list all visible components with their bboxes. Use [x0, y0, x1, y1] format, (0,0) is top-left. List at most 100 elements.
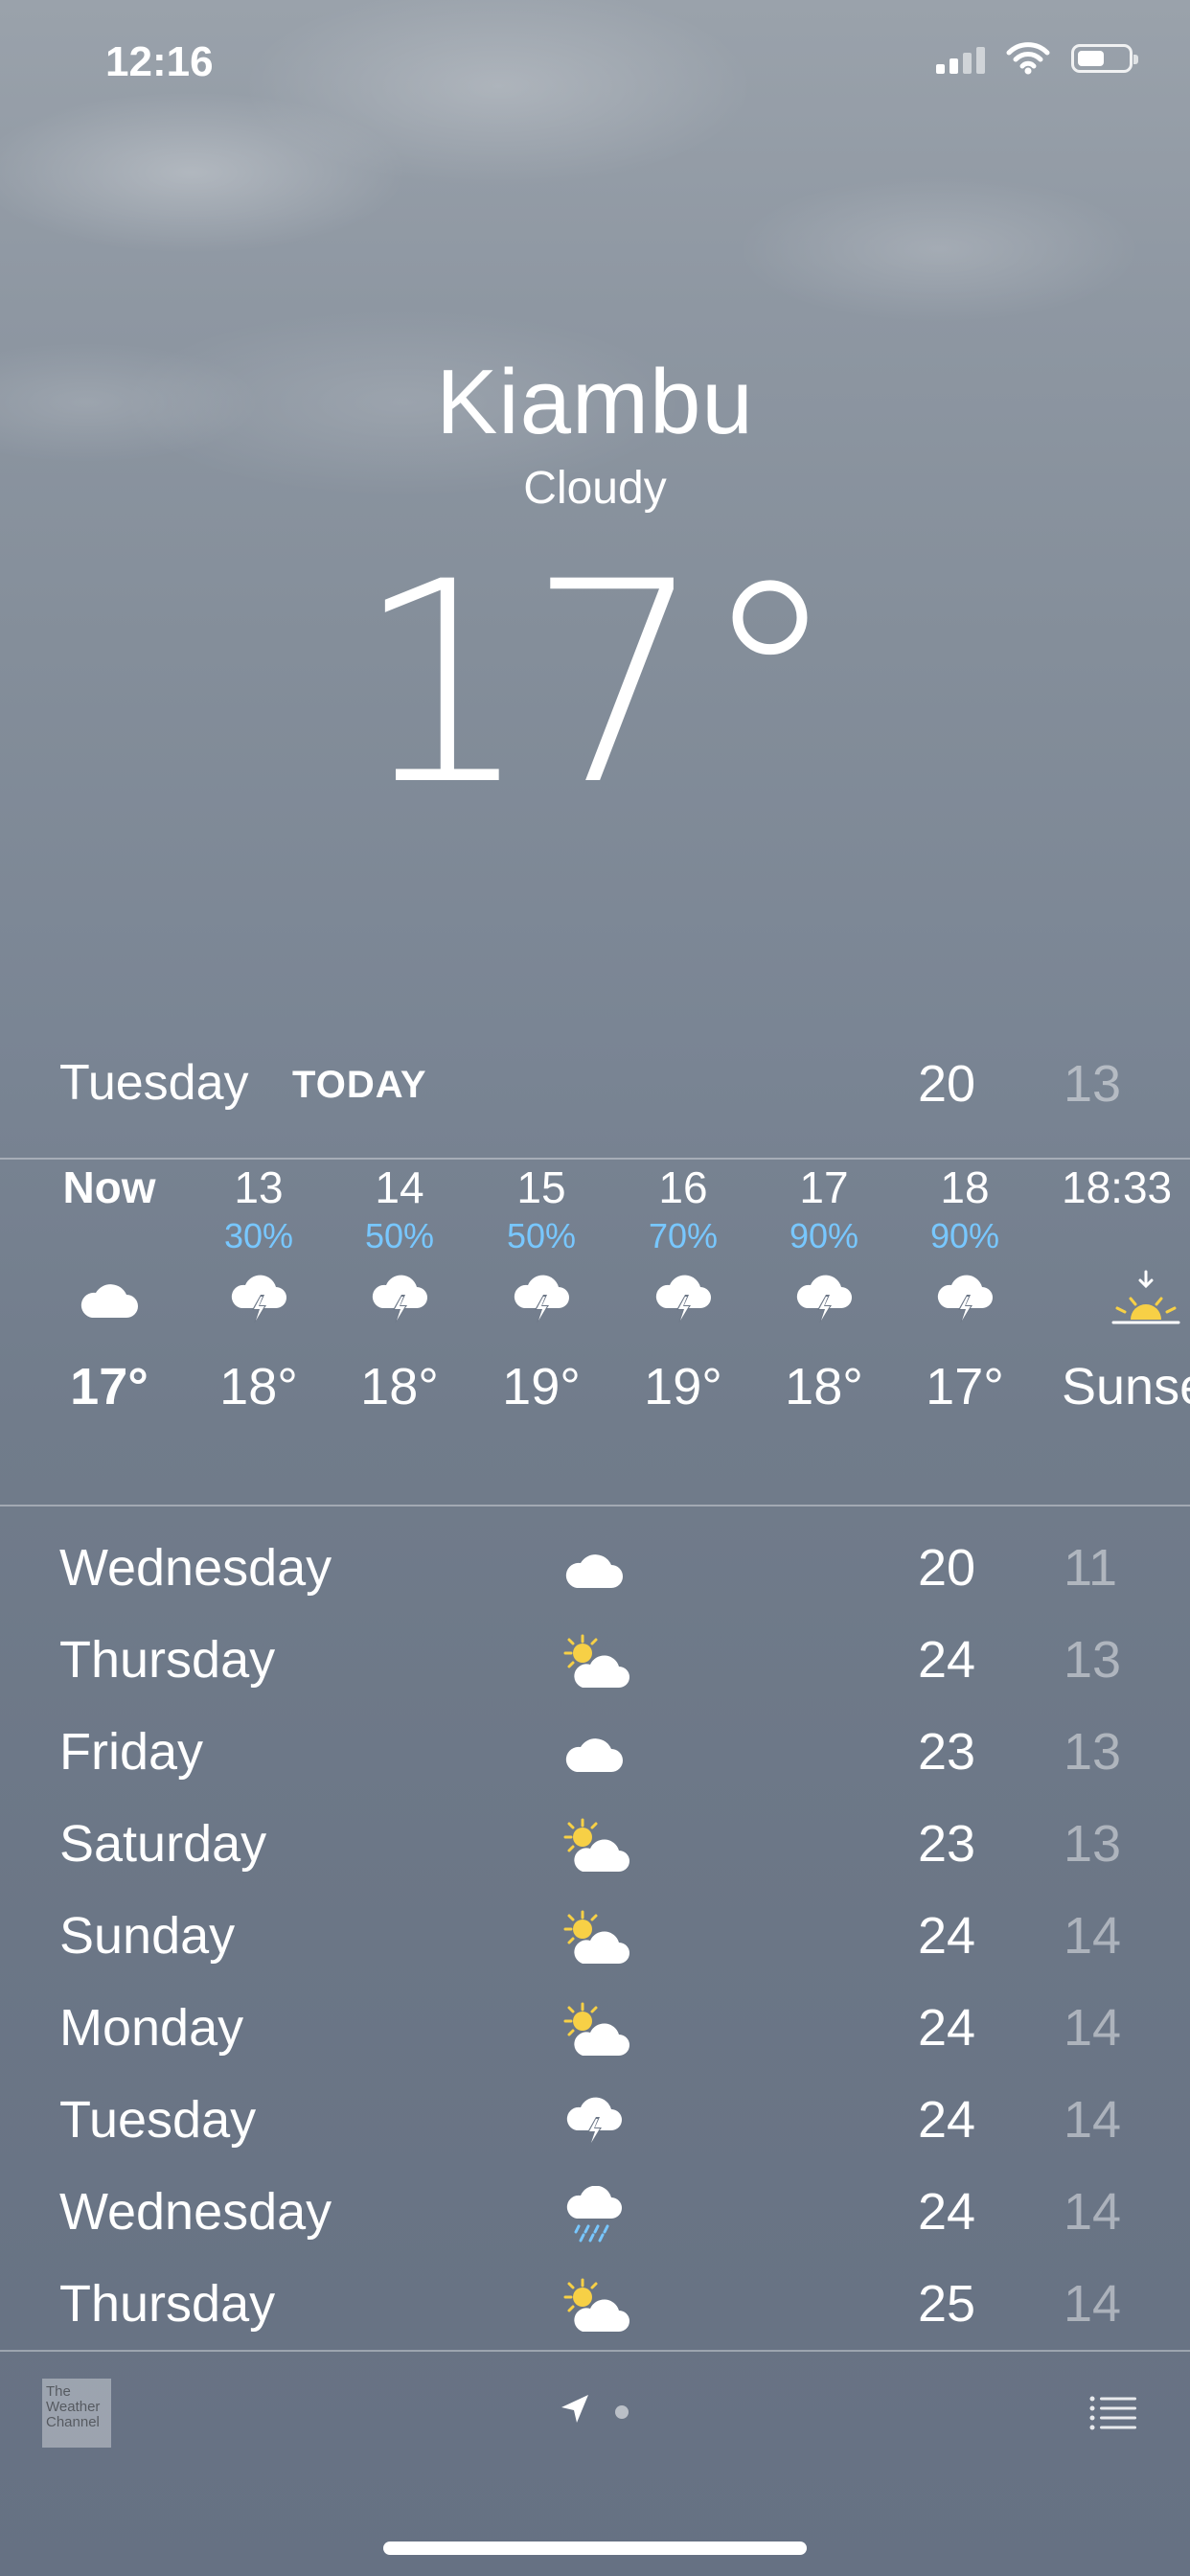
hour-temp: 17°	[70, 1358, 149, 1415]
day-name: Thursday	[59, 2275, 276, 2333]
daily-row: Monday 24 14	[0, 1989, 1190, 2081]
day-high: 24	[918, 1907, 976, 1965]
list-icon[interactable]	[1088, 2394, 1138, 2432]
hourly-item: 18:33 Sunset	[1062, 1160, 1190, 1430]
day-low: 13	[1064, 1723, 1122, 1781]
day-name: Saturday	[59, 1815, 267, 1873]
battery-icon	[1071, 44, 1138, 73]
hour-temp: 18°	[219, 1358, 298, 1415]
rain-icon	[556, 2176, 632, 2253]
day-high: 20	[918, 1539, 976, 1597]
day-name: Tuesday	[59, 2091, 257, 2149]
day-high: 23	[918, 1723, 976, 1781]
precip-chance: 90%	[789, 1216, 859, 1255]
divider	[0, 1505, 1190, 1506]
hour-temp: 19°	[502, 1358, 581, 1415]
thunderstorm-icon	[323, 1257, 476, 1344]
day-name: Wednesday	[59, 2183, 332, 2241]
daily-row: Thursday 25 14	[0, 2265, 1190, 2357]
precip-chance: 70%	[648, 1216, 719, 1255]
day-high: 24	[918, 2183, 976, 2241]
day-high: 24	[918, 1999, 976, 2057]
cloud-icon	[556, 1532, 632, 1609]
thunderstorm-icon	[606, 1257, 760, 1344]
thunderstorm-icon	[182, 1257, 335, 1344]
thunderstorm-icon	[556, 2084, 632, 2161]
hour-temp: 18°	[785, 1358, 863, 1415]
cloud-icon	[556, 1716, 632, 1793]
precip-chance: 50%	[506, 1216, 577, 1255]
hour-label: 16	[658, 1162, 708, 1212]
location-arrow-icon[interactable]	[558, 2392, 592, 2426]
day-name: Thursday	[59, 1631, 276, 1689]
current-temperature: 17°	[354, 523, 839, 846]
city-name: Kiambu	[436, 351, 754, 453]
hour-temp: 17°	[926, 1358, 1004, 1415]
hourly-item: 15 50% 19°	[465, 1160, 618, 1430]
thunderstorm-icon	[465, 1257, 618, 1344]
hourly-item: 16 70% 19°	[606, 1160, 760, 1430]
current-condition: Cloudy	[523, 463, 667, 514]
hourly-item: 13 30% 18°	[182, 1160, 335, 1430]
today-day-name: Tuesday	[59, 1055, 249, 1111]
day-low: 14	[1064, 2183, 1122, 2241]
day-low: 13	[1064, 1815, 1122, 1873]
precip-chance	[1062, 1215, 1190, 1257]
hourly-item: Now 17°	[33, 1160, 186, 1430]
cloud-icon	[33, 1257, 186, 1344]
sunset-icon	[1062, 1257, 1190, 1344]
day-low: 14	[1064, 1999, 1122, 2057]
precip-chance: 90%	[929, 1216, 1000, 1255]
divider	[0, 2350, 1190, 2352]
hourly-item: 14 50% 18°	[323, 1160, 476, 1430]
daily-row: Thursday 24 13	[0, 1621, 1190, 1713]
partly-sunny-icon	[556, 1808, 632, 1885]
day-high: 23	[918, 1815, 976, 1873]
today-summary: Tuesday TODAY 20 13	[0, 1054, 1190, 1121]
wifi-icon	[1006, 42, 1050, 75]
day-high: 24	[918, 1631, 976, 1689]
partly-sunny-icon	[556, 2268, 632, 2345]
home-indicator[interactable]	[383, 2542, 807, 2555]
hour-temp: 18°	[360, 1358, 439, 1415]
hour-label: 17	[799, 1162, 849, 1212]
precip-chance: 30%	[223, 1216, 294, 1255]
daily-row: Sunday 24 14	[0, 1897, 1190, 1989]
today-label: TODAY	[292, 1064, 427, 1106]
precip-chance	[33, 1215, 186, 1257]
hour-label: 13	[234, 1162, 284, 1212]
partly-sunny-icon	[556, 1624, 632, 1701]
hour-label: 18	[940, 1162, 990, 1212]
day-low: 14	[1064, 2275, 1122, 2333]
precip-chance: 50%	[364, 1216, 435, 1255]
cellular-signal-icon	[936, 43, 985, 74]
daily-row: Saturday 23 13	[0, 1805, 1190, 1897]
hour-label: 18:33	[1062, 1162, 1173, 1212]
page-indicator-dot[interactable]	[615, 2405, 629, 2419]
partly-sunny-icon	[556, 1900, 632, 1977]
daily-row: Tuesday 24 14	[0, 2081, 1190, 2173]
hourly-item: 18 90% 17°	[888, 1160, 1041, 1430]
day-name: Monday	[59, 1999, 244, 2057]
day-high: 25	[918, 2275, 976, 2333]
day-name: Sunday	[59, 1907, 236, 1965]
today-high: 20	[918, 1055, 976, 1113]
day-name: Friday	[59, 1723, 204, 1781]
day-low: 14	[1064, 1907, 1122, 1965]
thunderstorm-icon	[747, 1257, 901, 1344]
hour-label: 15	[516, 1162, 566, 1212]
hour-label: Now	[62, 1162, 156, 1212]
weather-channel-logo[interactable]: The Weather Channel	[42, 2379, 111, 2448]
daily-row: Wednesday 20 11	[0, 1529, 1190, 1621]
status-time: 12:16	[105, 38, 214, 85]
day-name: Wednesday	[59, 1539, 332, 1597]
today-low: 13	[1064, 1055, 1122, 1113]
hourly-forecast[interactable]: Now 17° 13 30% 18° 14 50% 18° 15 50% 19°…	[0, 1160, 1190, 1485]
daily-row: Friday 23 13	[0, 1713, 1190, 1805]
day-low: 14	[1064, 2091, 1122, 2149]
hourly-item: 17 90% 18°	[747, 1160, 901, 1430]
daily-row: Wednesday 24 14	[0, 2173, 1190, 2265]
status-icons	[936, 42, 1138, 75]
thunderstorm-icon	[888, 1257, 1041, 1344]
hour-temp: Sunset	[1062, 1358, 1190, 1415]
